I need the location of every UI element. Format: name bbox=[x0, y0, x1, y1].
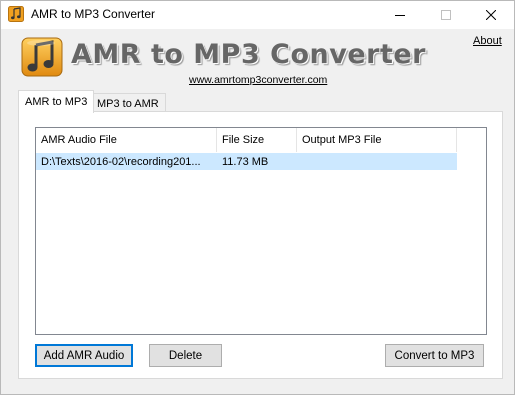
convert-to-mp3-button[interactable]: Convert to MP3 bbox=[385, 344, 484, 367]
maximize-button[interactable] bbox=[423, 1, 469, 29]
close-icon bbox=[486, 10, 496, 20]
tab-mp3-to-amr[interactable]: MP3 to AMR bbox=[90, 93, 166, 113]
minimize-icon bbox=[395, 15, 405, 16]
cell-output-file bbox=[297, 153, 457, 170]
title-bar[interactable]: AMR to MP3 Converter bbox=[1, 1, 514, 29]
close-button[interactable] bbox=[468, 1, 514, 29]
minimize-button[interactable] bbox=[377, 1, 423, 29]
table-row[interactable]: D:\Texts\2016-02\recording201... 11.73 M… bbox=[36, 153, 457, 170]
app-window: AMR to MP3 Converter AMR to MP3 Converte… bbox=[0, 0, 515, 395]
delete-button[interactable]: Delete bbox=[149, 344, 222, 367]
column-header-amr-file[interactable]: AMR Audio File bbox=[36, 128, 217, 152]
list-header: AMR Audio File File Size Output MP3 File bbox=[36, 128, 486, 152]
file-list[interactable]: AMR Audio File File Size Output MP3 File… bbox=[35, 127, 487, 335]
about-link[interactable]: About bbox=[473, 35, 502, 47]
cell-amr-file: D:\Texts\2016-02\recording201... bbox=[41, 155, 201, 168]
music-note-icon bbox=[8, 6, 24, 22]
app-heading: AMR to MP3 Converter bbox=[71, 39, 427, 70]
maximize-icon bbox=[441, 10, 451, 20]
column-header-output-file[interactable]: Output MP3 File bbox=[297, 128, 457, 152]
tab-panel: AMR Audio File File Size Output MP3 File… bbox=[18, 111, 503, 379]
cell-file-size: 11.73 MB bbox=[222, 155, 269, 168]
add-amr-audio-button[interactable]: Add AMR Audio bbox=[35, 344, 133, 367]
music-note-logo-icon bbox=[21, 37, 63, 77]
website-link[interactable]: www.amrtomp3converter.com bbox=[189, 74, 327, 86]
column-header-file-size[interactable]: File Size bbox=[217, 128, 297, 152]
tab-amr-to-mp3[interactable]: AMR to MP3 bbox=[18, 90, 95, 113]
window-title: AMR to MP3 Converter bbox=[31, 7, 156, 21]
